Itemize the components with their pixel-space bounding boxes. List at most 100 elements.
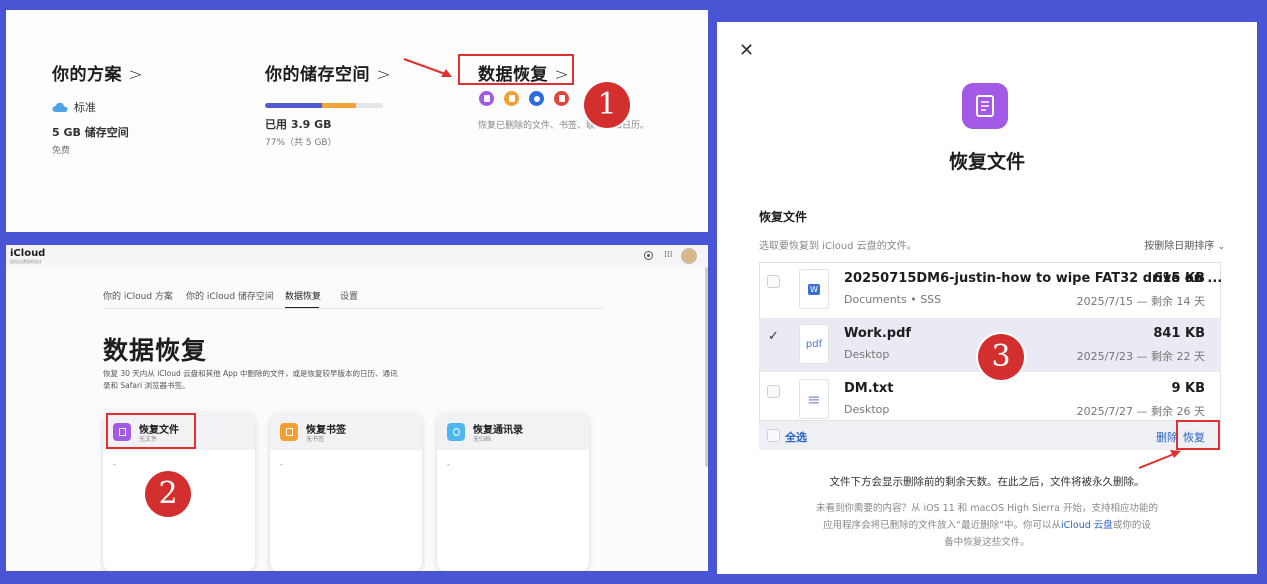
- storage-bar-photos: [322, 103, 356, 108]
- page-description-line1: 恢复 30 天内从 iCloud 云盘和其他 App 中删除的文件，或是恢复较早…: [103, 369, 398, 378]
- file-row[interactable]: W 20250715DM6-justin-how to wipe FAT32 d…: [759, 263, 1222, 317]
- help-line-2-end: 或你的设: [1112, 520, 1151, 531]
- avatar[interactable]: [681, 248, 697, 264]
- step-1-badge: 1: [584, 82, 630, 128]
- restore-bookmarks-card[interactable]: 恢复书签 无书签 -: [270, 412, 422, 571]
- help-line-2: 应用程序会将已删除的文件放入“最近删除”中。你可以从iCloud 云盘或你的设: [717, 517, 1257, 534]
- help-text: 未看到你需要的内容？从 iOS 11 和 macOS High Sierra 开…: [717, 500, 1257, 551]
- file-name: Work.pdf: [844, 326, 912, 341]
- icloud-logo-sub: 由无比漂亮的设计: [10, 259, 42, 264]
- file-location: Documents • SSS: [844, 293, 942, 306]
- file-checkbox[interactable]: [767, 385, 780, 398]
- file-size: 615 KB: [1153, 271, 1205, 286]
- tab-settings[interactable]: 设置: [340, 289, 358, 302]
- word-doc-icon: W: [799, 269, 829, 309]
- file-date: 2025/7/23 — 剩余 22 天: [1076, 350, 1205, 363]
- file-location: Desktop: [844, 403, 890, 416]
- text-file-icon: ≡: [799, 379, 829, 419]
- storage-title: 你的储存空间: [265, 65, 370, 85]
- contact-icon: [529, 91, 544, 106]
- restore-files-dialog: ✕ 恢复文件 恢复文件 选取要恢复到 iCloud 云盘的文件。 按删除日期排序…: [717, 22, 1257, 574]
- recovery-chevron-icon: >: [554, 65, 570, 85]
- plan-title-link[interactable]: 你的方案 >: [52, 60, 143, 85]
- section-title: 恢复文件: [759, 210, 808, 224]
- icloud-topbar: iCloud 由无比漂亮的设计 ⁞⁞⁞: [6, 245, 708, 267]
- contact-icon: [447, 423, 465, 441]
- chevron-down-icon: ⌄: [1217, 242, 1225, 252]
- plus-icon[interactable]: [644, 251, 653, 260]
- dialog-title: 恢复文件: [948, 151, 1025, 173]
- storage-bar-docs: [265, 103, 322, 108]
- close-icon[interactable]: ✕: [739, 40, 754, 61]
- storage-usage-bar: [265, 103, 383, 108]
- select-all-button[interactable]: 全选: [785, 429, 807, 445]
- storage-detail: 77%（共 5 GB）: [265, 138, 337, 148]
- retention-note: 文件下方会显示删除前的剩余天数。在此之后，文件将被永久删除。: [829, 476, 1145, 488]
- plan-price: 免费: [52, 146, 71, 156]
- step-2-badge: 2: [145, 471, 191, 517]
- file-location: Desktop: [844, 348, 890, 361]
- tab-data-recovery[interactable]: 数据恢复: [285, 289, 321, 302]
- restore-highlight-box: [1176, 420, 1220, 450]
- recovery-app-icons: [479, 91, 569, 106]
- storage-used: 已用 3.9 GB: [265, 118, 332, 131]
- recovery-title-link[interactable]: 数据恢复 >: [478, 60, 569, 85]
- tab-divider: [103, 308, 603, 309]
- file-icon: [479, 91, 494, 106]
- instruction-text: 选取要恢复到 iCloud 云盘的文件。: [759, 241, 917, 252]
- tab-plan[interactable]: 你的 iCloud 方案: [103, 289, 173, 302]
- file-checkbox[interactable]: [767, 275, 780, 288]
- storage-overview-panel: 你的方案 > 标准 5 GB 储存空间 免费 你的储存空间 > 已用 3.9 G…: [6, 10, 708, 232]
- plan-storage: 5 GB 储存空间: [52, 126, 129, 139]
- word-badge: W: [808, 283, 820, 295]
- restore-files-app-icon: [962, 83, 1008, 129]
- help-line-2-start: 应用程序会将已删除的文件放入“最近删除”中。你可以从: [823, 520, 1062, 531]
- file-size: 9 KB: [1171, 381, 1205, 396]
- dialog-footer-bar: 全选 删除 恢复: [759, 420, 1221, 450]
- card-subtitle: 无书签: [306, 436, 325, 443]
- help-line-3: 备中恢复这些文件。: [944, 537, 1030, 548]
- page-title: 数据恢复: [103, 336, 208, 365]
- icloud-logo[interactable]: iCloud: [10, 248, 45, 259]
- card-subtitle: 无归档: [473, 436, 492, 443]
- file-date: 2025/7/27 — 剩余 26 天: [1076, 405, 1205, 418]
- calendar-icon: [554, 91, 569, 106]
- scrollbar[interactable]: [705, 267, 708, 467]
- checkmark-icon[interactable]: ✓: [767, 330, 780, 343]
- storage-section[interactable]: 你的储存空间 > 已用 3.9 GB 77%（共 5 GB）: [265, 60, 391, 148]
- icloud-data-recovery-page: iCloud 由无比漂亮的设计 ⁞⁞⁞ 你的 iCloud 方案 你的 iClo…: [6, 245, 708, 571]
- file-size: 841 KB: [1153, 326, 1205, 341]
- plan-title: 你的方案: [52, 65, 122, 85]
- file-icon: [976, 95, 994, 117]
- restore-files-highlight-box: [106, 413, 196, 449]
- storage-chevron-icon: >: [376, 65, 392, 85]
- file-date: 2025/7/15 — 剩余 14 天: [1076, 295, 1205, 308]
- plan-section[interactable]: 你的方案 > 标准 5 GB 储存空间 免费: [52, 60, 143, 156]
- step-3-badge: 3: [978, 334, 1024, 380]
- arrow-annotation-icon: [1138, 450, 1181, 469]
- sort-dropdown[interactable]: 按删除日期排序 ⌄: [1144, 237, 1225, 252]
- select-all-checkbox[interactable]: [767, 429, 780, 442]
- sort-label: 按删除日期排序: [1144, 241, 1215, 252]
- help-line-1: 未看到你需要的内容？从 iOS 11 和 macOS High Sierra 开…: [816, 503, 1158, 514]
- cloud-icon: [52, 102, 68, 112]
- delete-button[interactable]: 删除: [1156, 429, 1178, 445]
- icloud-drive-link[interactable]: iCloud 云盘: [1061, 520, 1113, 531]
- card-header: 恢复通讯录 无归档: [437, 412, 589, 450]
- card-header: 恢复书签 无书签: [270, 412, 422, 450]
- page-description-line2: 录和 Safari 浏览器书签。: [103, 381, 190, 390]
- tab-storage[interactable]: 你的 iCloud 储存空间: [186, 289, 274, 302]
- card-body-placeholder: -: [113, 460, 116, 469]
- recovery-title: 数据恢复: [478, 65, 548, 85]
- apps-grid-icon[interactable]: ⁞⁞⁞: [664, 250, 673, 260]
- bookmark-icon: [280, 423, 298, 441]
- plan-tier: 标准: [74, 101, 96, 114]
- plan-chevron-icon: >: [128, 65, 144, 85]
- bookmark-icon: [504, 91, 519, 106]
- card-body-placeholder: -: [280, 460, 283, 469]
- restore-contacts-card[interactable]: 恢复通讯录 无归档 -: [437, 412, 589, 571]
- file-name: DM.txt: [844, 381, 894, 396]
- storage-title-link[interactable]: 你的储存空间 >: [265, 60, 391, 85]
- file-row[interactable]: ≡ DM.txt 9 KB Desktop 2025/7/27 — 剩余 26 …: [759, 373, 1221, 427]
- pdf-icon: pdf: [799, 324, 829, 364]
